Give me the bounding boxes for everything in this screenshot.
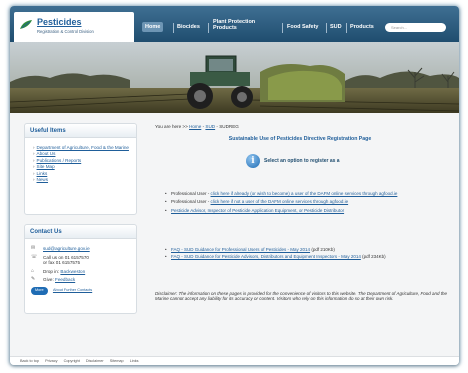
nav-products[interactable]: Products: [350, 24, 374, 30]
option-professional-new: Professional User - click here if not a …: [165, 199, 450, 205]
disclaimer-text: Disclaimer: The information on these pag…: [155, 291, 447, 302]
contact-fax: or fax 01 6157575: [43, 260, 81, 266]
site-logo[interactable]: Pesticides Registration & Control Divisi…: [14, 12, 134, 42]
page-title: Sustainable Use of Pesticides Directive …: [228, 136, 372, 142]
hero-image: [10, 42, 459, 113]
option-professional-existing-link[interactable]: click here if already (or wish to become…: [211, 191, 398, 196]
site-header: Pesticides Registration & Control Divisi…: [10, 6, 459, 42]
location-icon: ⌂: [31, 267, 35, 274]
option-professional-new-link[interactable]: click here if not a user of the DAFM onl…: [211, 199, 349, 204]
breadcrumb: You are here >> Home - SUD - SUDREG: [155, 124, 239, 129]
contact-email-link[interactable]: sud@agriculture.gov.ie: [43, 246, 90, 251]
pesticides-logo-icon: [20, 20, 32, 29]
option-advisor-link[interactable]: Pesticide Advisor, Inspector of Pesticid…: [171, 208, 344, 213]
drop-in-link[interactable]: Backweston: [60, 269, 85, 274]
contact-phone: Call us on 01 6157570: [43, 254, 89, 260]
useful-item-about[interactable]: About Us: [33, 151, 130, 156]
contact-phone-row: ☏ Call us on 01 6157570 or fax 01 615757…: [25, 253, 136, 266]
footer-privacy[interactable]: Privacy: [45, 359, 57, 363]
email-icon: ✉: [31, 245, 36, 251]
nav-sud[interactable]: SUD: [330, 24, 342, 30]
footer-copyright[interactable]: Copyright: [64, 359, 80, 363]
useful-items-panel: Useful Items Department of Agriculture, …: [24, 123, 137, 215]
more-contacts-row: More About Further Contacts: [25, 286, 136, 295]
faq-item-advisors: FAQ - SUD Guidance for Pesticide Advisor…: [165, 254, 450, 260]
more-badge[interactable]: More: [31, 286, 48, 295]
useful-item-sitemap[interactable]: Site Map: [33, 164, 130, 169]
nav-biocides[interactable]: Biocides: [177, 24, 200, 30]
breadcrumb-prefix: You are here >>: [155, 124, 188, 129]
nav-separator: [208, 23, 209, 33]
useful-item-links[interactable]: Links: [33, 171, 130, 176]
nav-separator: [173, 23, 174, 33]
more-contacts-link[interactable]: About Further Contacts: [53, 288, 92, 292]
faq-list: FAQ - SUD Guidance for Professional User…: [165, 247, 450, 262]
nav-separator: [346, 23, 347, 33]
footer-back-to-top[interactable]: Back to top: [20, 359, 39, 363]
footer-links: Back to top Privacy Copyright Disclaimer…: [20, 359, 144, 363]
footer-disclaimer[interactable]: Disclaimer: [86, 359, 104, 363]
option-professional-existing: Professional User - click here if alread…: [165, 191, 450, 197]
useful-item-publications[interactable]: Publications / Reports: [33, 158, 130, 163]
option-advisor: Pesticide Advisor, Inspector of Pesticid…: [165, 208, 450, 214]
breadcrumb-current: - SUDREG: [216, 124, 239, 129]
faq-professional-size: (pdf 210Kb): [311, 247, 335, 252]
feedback-icon: ✎: [31, 276, 36, 283]
browser-frame: Pesticides Registration & Control Divisi…: [10, 6, 459, 365]
nav-home[interactable]: Home: [142, 22, 164, 32]
useful-items-title: Useful Items: [25, 124, 136, 138]
site-footer: Back to top Privacy Copyright Disclaimer…: [10, 356, 459, 365]
logo-subtitle: Registration & Control Division: [37, 29, 94, 34]
logo-title: Pesticides: [37, 17, 82, 27]
nav-food-safety[interactable]: Food Safety: [287, 24, 318, 30]
drop-in-label: Drop in:: [43, 268, 60, 274]
faq-professional-link[interactable]: FAQ - SUD Guidance for Professional User…: [171, 247, 310, 252]
contact-email-row: ✉ sud@agriculture.gov.ie: [25, 245, 136, 252]
option-prefix: Professional User -: [171, 191, 210, 196]
nav-separator: [282, 23, 283, 33]
useful-item-dafm[interactable]: Department of Agriculture, Food & the Ma…: [33, 145, 130, 150]
option-prefix: Professional User -: [171, 199, 210, 205]
select-prompt: Select an option to register as a: [264, 158, 340, 164]
breadcrumb-separator: -: [202, 124, 205, 129]
contact-us-panel: Contact Us ✉ sud@agriculture.gov.ie ☏ Ca…: [24, 224, 137, 314]
feedback-link[interactable]: Feedback: [55, 277, 75, 282]
footer-sitemap[interactable]: Sitemap: [110, 359, 124, 363]
info-icon: i: [246, 154, 260, 168]
useful-item-news[interactable]: News: [33, 177, 130, 182]
faq-advisors-link[interactable]: FAQ - SUD Guidance for Pesticide Advisor…: [171, 254, 361, 259]
nav-plant-protection[interactable]: Plant Protection Products: [213, 19, 271, 31]
faq-advisors-size: (pdf 234Kb): [362, 254, 386, 260]
contact-dropin-row: ⌂ Drop in: Backweston: [25, 267, 136, 275]
faq-item-professional: FAQ - SUD Guidance for Professional User…: [165, 247, 450, 253]
useful-items-list: Department of Agriculture, Food & the Ma…: [25, 138, 136, 189]
search-input[interactable]: Search...: [385, 23, 446, 32]
nav-separator: [326, 23, 327, 33]
phone-icon: ☏: [31, 253, 38, 260]
contact-feedback-row: ✎ Give: Feedback: [25, 277, 136, 283]
registration-options-list: Professional User - click here if alread…: [165, 191, 450, 216]
footer-links-item[interactable]: Links: [130, 359, 139, 363]
give-label: Give:: [43, 277, 54, 283]
contact-us-title: Contact Us: [25, 225, 136, 239]
contact-body: ✉ sud@agriculture.gov.ie ☏ Call us on 01…: [25, 239, 136, 295]
breadcrumb-sud[interactable]: SUD: [205, 124, 215, 129]
breadcrumb-home[interactable]: Home: [189, 124, 201, 129]
